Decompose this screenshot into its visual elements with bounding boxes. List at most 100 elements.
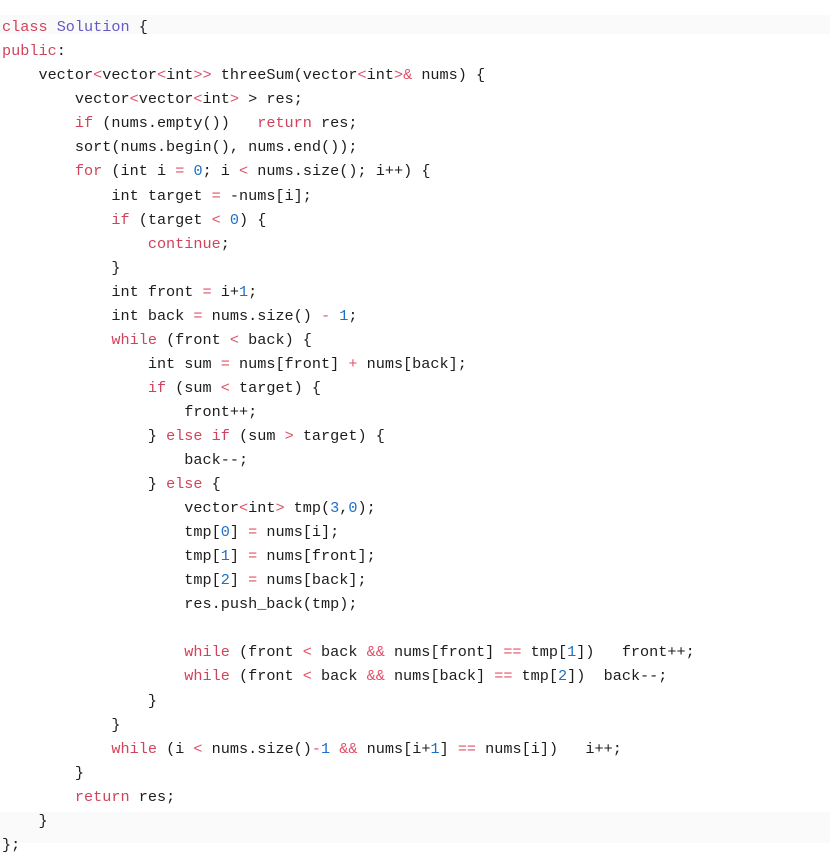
code-token: - [321,306,331,325]
code-token: } [2,715,121,734]
code-line: vector<int> tmp(3,0); [2,496,830,520]
code-token: vector [2,90,130,109]
code-line: int sum = nums[front] + nums[back]; [2,352,830,376]
code-token: int [248,499,276,518]
code-token: < [193,90,203,109]
code-token: nums[i]; [257,523,340,542]
code-token: >> [193,66,212,85]
code-token: return [257,114,312,133]
code-token: -nums[i]; [220,186,312,205]
code-token: < [193,739,203,758]
code-token: return [74,787,130,806]
code-token: 3 [330,499,340,518]
code-line: if (sum < target) { [2,376,830,400]
code-token: int [366,66,394,85]
code-token: Solution [56,18,130,37]
code-token: < [302,667,312,686]
code-line: tmp[0] = nums[i]; [2,520,830,544]
code-token: == [503,643,522,662]
code-token: (sum [166,378,221,397]
code-token: < [238,499,249,518]
code-line: } else { [2,472,830,496]
code-token: } [2,691,157,710]
code-token: tmp[ [2,571,221,590]
code-viewer[interactable]: class Solution {public: vector<vector<in… [0,15,830,854]
code-token: int front [2,282,203,301]
code-token: nums) { [412,66,486,85]
code-token: } [2,258,121,277]
code-token: nums.size() [202,739,312,758]
source-code[interactable]: class Solution {public: vector<vector<in… [0,15,830,857]
code-token: 2 [558,667,568,686]
code-token: nums[back] [384,667,495,686]
code-line: continue; [2,232,830,256]
code-line: while (front < back && nums[front] == tm… [2,640,830,664]
code-token: < [229,330,239,349]
code-token: int [166,66,194,85]
code-line: while (front < back && nums[back] == tmp… [2,664,830,688]
code-token: nums[i+ [357,739,431,758]
code-token: < [129,90,139,109]
code-line: res.push_back(tmp); [2,592,830,616]
code-token: threeSum(vector [211,66,358,85]
code-token: ) { [239,210,267,229]
code-token: < [211,210,221,229]
code-token: < [220,378,230,397]
code-line: vector<vector<int>> threeSum(vector<int>… [2,63,830,87]
code-token: tmp[ [521,643,568,662]
code-token: ; i [202,162,240,181]
code-token: nums[i]) i++; [476,739,622,758]
code-token: < [156,66,167,85]
code-token: tmp[ [512,667,559,686]
code-token: && [366,643,385,662]
code-token: (target [129,210,212,229]
code-line: } [2,809,830,833]
code-token: ; [348,306,358,325]
code-token: int [202,90,230,109]
code-token: 1 [238,282,249,301]
code-token: > res; [239,90,303,109]
code-line: while (front < back) { [2,328,830,352]
code-line: return res; [2,785,830,809]
code-line: back--; [2,448,830,472]
code-token: i+ [211,282,239,301]
code-token: < [302,643,312,662]
code-token: (i [156,739,194,758]
code-token: ); [357,499,376,518]
code-token: sort(nums.begin(), nums.end()); [2,138,358,157]
code-token: ; [220,234,230,253]
code-token: public [2,42,57,61]
code-token: ] [229,523,249,542]
code-line: int target = -nums[i]; [2,184,830,208]
code-token: back [311,667,367,686]
code-token: nums.size(); i++) { [248,162,431,181]
code-line: if (nums.empty()) return res; [2,111,830,135]
code-token: && [366,667,385,686]
code-token: (nums.empty()) [93,114,258,133]
code-token: < [239,162,249,181]
code-token: = [248,571,258,590]
code-line: vector<vector<int> > res; [2,87,830,111]
code-token: for [74,162,103,181]
code-token: while [184,667,230,686]
code-token: = [248,547,258,566]
code-token: == [457,739,477,758]
code-token: (sum [229,426,285,445]
code-token: if [111,210,130,229]
code-token: } [2,763,85,782]
code-token: { [129,18,148,37]
code-token: ]) front++; [576,643,695,662]
code-token: ] [439,739,458,758]
code-token: 0 [348,499,358,518]
code-token: front++; [2,402,258,421]
code-token: nums[front] [384,643,504,662]
code-token: vector [138,90,194,109]
code-token: = [220,354,230,373]
